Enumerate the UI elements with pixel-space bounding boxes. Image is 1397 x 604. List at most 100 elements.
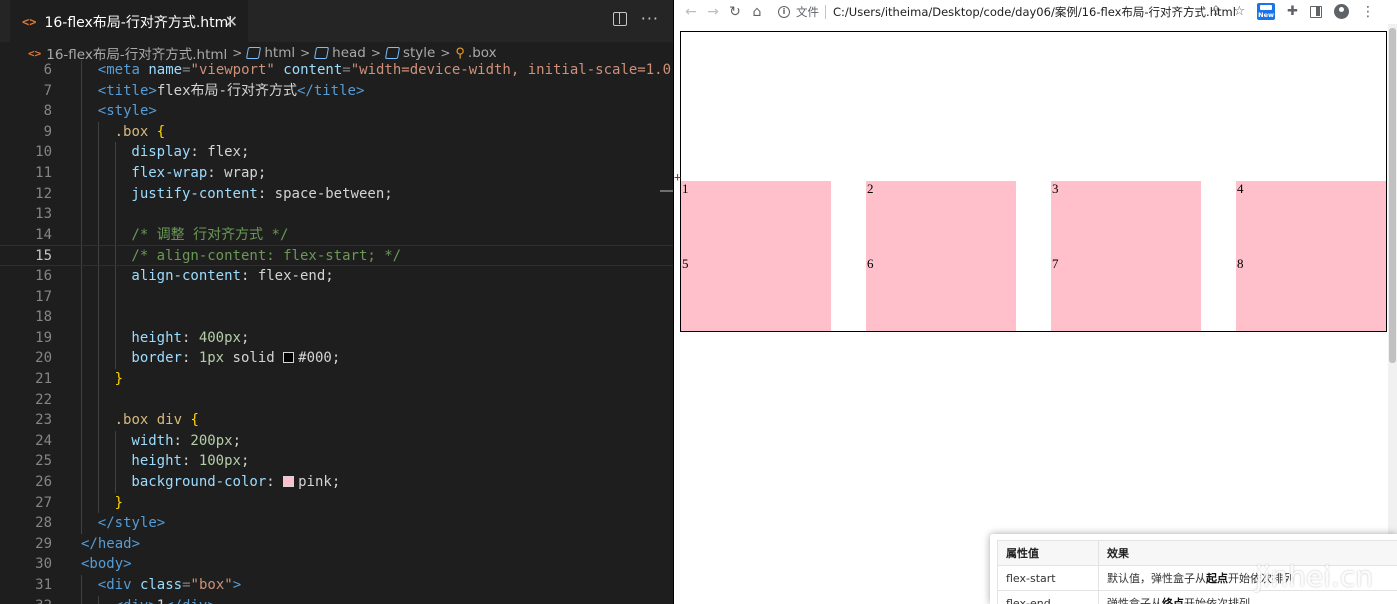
code-line[interactable]: 30 <body> (0, 554, 673, 575)
code-token: 1 (157, 598, 165, 604)
code-line[interactable]: 8 <style> (0, 101, 673, 122)
flex-item: 3 (1051, 181, 1201, 256)
indent-guide (114, 246, 116, 265)
code-token: /* 调整 行对齐方式 */ (131, 226, 289, 243)
menu-icon[interactable]: ⋮ (1361, 5, 1375, 19)
code-line[interactable]: 15 /* align-content: flex-start; */ (0, 245, 673, 266)
code-line[interactable]: 31 <div class="box"> (0, 575, 673, 596)
code-token: } (114, 371, 124, 387)
new-extension-icon[interactable]: New (1257, 3, 1276, 20)
back-button[interactable]: ← (680, 4, 702, 20)
info-icon[interactable]: i (778, 6, 790, 18)
code-line[interactable]: 23 .box div { (0, 410, 673, 431)
breadcrumb-item[interactable]: head (314, 45, 366, 61)
code-line[interactable]: 12 justify-content: space-between; (0, 183, 673, 205)
browser-toolbar: ← → ↻ ⌂ i 文件 C:/Users/itheima/Desktop/co… (674, 0, 1397, 24)
indent-guide (97, 389, 99, 411)
forward-button[interactable]: → (702, 4, 724, 20)
split-editor-icon[interactable] (612, 12, 627, 26)
line-number: 22 (35, 391, 52, 408)
code-line[interactable]: 24 width: 200px; (0, 430, 673, 452)
crosshair-cursor: + (674, 170, 682, 184)
page-scrollbar[interactable] (1388, 24, 1397, 604)
chevron-right-icon: > (440, 46, 451, 60)
star-icon[interactable]: ☆ (1233, 4, 1245, 19)
code-line[interactable]: 9 .box { (0, 121, 673, 143)
editor-actions: ··· (612, 11, 659, 27)
profile-icon[interactable] (1334, 4, 1349, 19)
code-text: height: 100px; (131, 451, 249, 472)
code-token: 1px (198, 350, 225, 367)
code-line[interactable]: 10 display: flex; (0, 142, 673, 163)
indent-guide (81, 204, 82, 225)
code-editor: <> 16-flex布局-行对齐方式.html ✕ ··· <> 16-flex布… (0, 0, 673, 604)
puzzle-icon[interactable]: ✚ (1287, 4, 1298, 19)
url-text[interactable]: C:/Users/itheima/Desktop/code/day06/案例/1… (833, 4, 1236, 20)
code-line[interactable]: 26 background-color: pink; (0, 472, 673, 493)
code-line[interactable]: 19 height: 400px; (0, 327, 673, 349)
code-line[interactable]: 32 <div>1</div> (0, 595, 673, 604)
code-token: 400px (198, 329, 241, 346)
indent-guide (81, 224, 82, 246)
chevron-right-icon: > (232, 46, 243, 60)
breadcrumb-item[interactable]: html (246, 45, 295, 61)
code-line[interactable]: 16 align-content: flex-end; (0, 266, 673, 287)
code-line[interactable]: 18 (0, 307, 673, 328)
code-line[interactable]: 22 (0, 389, 673, 411)
line-number: 18 (35, 309, 52, 326)
code-token: : (181, 350, 199, 367)
line-number: 27 (35, 494, 52, 511)
indent-guide (97, 595, 99, 604)
code-token: > (232, 577, 242, 593)
code-line[interactable]: 21} (0, 369, 673, 390)
editor-tab-active[interactable]: <> 16-flex布局-行对齐方式.html ✕ (10, 0, 248, 42)
code-area[interactable]: 6 <meta name="viewport" content="width=de… (0, 60, 673, 604)
flex-item: 6 (866, 256, 1016, 331)
code-line[interactable]: 14 /* 调整 行对齐方式 */ (0, 224, 673, 246)
property-value-cell: flex-start (997, 565, 1099, 591)
line-number: 14 (35, 226, 52, 243)
code-line[interactable]: 29 </head> (0, 534, 673, 555)
indent-guide (114, 307, 116, 328)
line-number: 17 (35, 288, 52, 305)
code-text: .box div { (115, 410, 199, 431)
share-icon[interactable]: ⇪ (1211, 4, 1222, 19)
code-line[interactable]: 27} (0, 492, 673, 514)
home-button[interactable]: ⌂ (746, 4, 768, 20)
table-header: 属性值 (997, 540, 1099, 566)
indent-guide (97, 204, 99, 225)
breadcrumb-item[interactable]: style (384, 45, 435, 61)
close-icon[interactable]: ✕ (225, 12, 238, 31)
indent-guide (81, 348, 82, 369)
code-line[interactable]: 13 (0, 204, 673, 225)
breadcrumb-item[interactable]: ⚲ .box (455, 45, 496, 61)
reload-button[interactable]: ↻ (724, 4, 746, 20)
indent-guide (81, 410, 82, 431)
line-number: 10 (35, 144, 52, 161)
color-swatch[interactable] (283, 476, 295, 487)
code-line[interactable]: 11 flex-wrap: wrap; (0, 163, 673, 184)
sidepanel-icon[interactable] (1310, 5, 1322, 18)
code-text: height: 400px; (131, 328, 249, 349)
page-viewport[interactable]: 1234 5678 + (674, 24, 1397, 604)
code-token: : (173, 432, 191, 449)
code-token: solid (224, 350, 284, 367)
code-line[interactable]: 28 </style> (0, 513, 673, 534)
color-swatch[interactable] (283, 352, 295, 364)
code-text: justify-content: space-between; (131, 184, 392, 205)
code-text: <body> (81, 554, 132, 575)
line-number: 19 (35, 329, 52, 346)
scrollbar-thumb[interactable] (1389, 28, 1396, 363)
code-token: </style> (97, 515, 166, 532)
code-line[interactable]: 20 border: 1px solid #000; (0, 348, 673, 369)
code-line[interactable]: 25 height: 100px; (0, 451, 673, 472)
code-token: <meta (97, 62, 149, 78)
address-bar[interactable]: i 文件 C:/Users/itheima/Desktop/code/day06… (778, 1, 1278, 23)
effect-text: 终点 (1162, 597, 1184, 604)
code-line[interactable]: 6 <meta name="viewport" content="width=de… (0, 60, 673, 81)
code-token: <div> (115, 598, 157, 604)
code-line[interactable]: 17 (0, 286, 673, 308)
indent-guide (97, 327, 99, 349)
more-actions-icon[interactable]: ··· (641, 11, 659, 27)
code-line[interactable]: 7 <title>flex布局-行对齐方式</title> (0, 80, 673, 102)
